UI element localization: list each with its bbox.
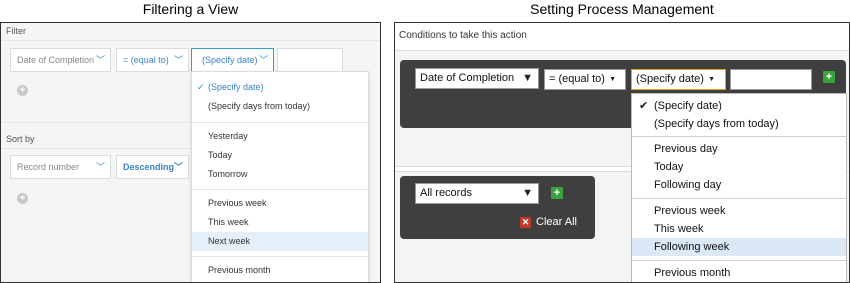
dropdown-option[interactable]: Previous month <box>632 264 846 282</box>
dropdown-option[interactable]: Previous month <box>192 261 368 280</box>
section-divider <box>1 122 191 123</box>
check-icon: ✔ <box>639 100 649 112</box>
dropdown-option[interactable]: Next week <box>192 232 368 251</box>
condition-operator-select[interactable]: = (equal to) ▼ <box>544 69 626 90</box>
dropdown-divider <box>192 122 368 123</box>
dropdown-divider <box>192 256 368 257</box>
triangle-down-icon: ▼ <box>522 187 533 199</box>
filter-field-value: Date of Completion <box>17 55 95 65</box>
triangle-down-icon: ▼ <box>522 72 533 84</box>
filter-date-input[interactable] <box>277 48 343 72</box>
left-panel: Filter Date of Completion ﹀ = (equal to)… <box>0 22 381 283</box>
chevron-down-icon: ﹀ <box>258 55 268 65</box>
dropdown-option[interactable]: Previous week <box>192 194 368 213</box>
dropdown-option[interactable]: Previous day <box>632 140 846 158</box>
sort-order-select[interactable]: Descending ﹀ <box>116 155 189 179</box>
filter-operator-select[interactable]: = (equal to) ﹀ <box>116 48 189 72</box>
plus-icon[interactable]: + <box>551 187 563 199</box>
dropdown-divider <box>632 136 846 137</box>
filter-value-value: (Specify date) <box>202 55 258 65</box>
condition-value-value: (Specify date) <box>636 73 704 85</box>
dropdown-divider <box>632 198 846 199</box>
dropdown-option[interactable]: This week <box>192 213 368 232</box>
chevron-down-icon: ﹀ <box>173 162 183 172</box>
sort-divider <box>1 148 191 149</box>
filter-field-select[interactable]: Date of Completion ﹀ <box>10 48 111 72</box>
condition-field-value: Date of Completion <box>420 72 515 84</box>
condition-date-dropdown: ✔ (Specify date) (Specify days from toda… <box>631 93 847 282</box>
records-select-value: All records <box>420 187 472 199</box>
sort-label: Sort by <box>6 134 35 144</box>
dropdown-option[interactable]: Yesterday <box>192 127 368 146</box>
filter-value-select[interactable]: (Specify date) ﹀ <box>191 48 274 72</box>
triangle-down-icon: ▼ <box>708 76 715 83</box>
sort-field-select[interactable]: Record number ﹀ <box>10 155 111 179</box>
clear-all-label: Clear All <box>536 216 577 228</box>
plus-circle-icon[interactable]: + <box>17 85 28 96</box>
condition-value-select[interactable]: (Specify date) ▼ <box>631 69 726 90</box>
sort-field-value: Record number <box>17 162 80 172</box>
sort-order-value: Descending <box>123 162 175 172</box>
records-select[interactable]: All records ▼ <box>415 183 539 204</box>
dropdown-option[interactable]: This week <box>632 220 846 238</box>
dropdown-option[interactable]: Previous week <box>632 202 846 220</box>
right-panel: Conditions to take this action Date of C… <box>394 22 850 283</box>
chevron-down-icon: ﹀ <box>95 55 105 65</box>
left-panel-title: Filtering a View <box>142 1 239 17</box>
condition-date-input[interactable] <box>730 69 812 90</box>
x-icon: ✕ <box>520 217 531 228</box>
dropdown-option[interactable]: (Specify days from today) <box>192 97 368 116</box>
plus-circle-icon[interactable]: + <box>17 193 28 204</box>
condition-operator-value: = (equal to) <box>549 73 605 85</box>
triangle-down-icon: ▼ <box>609 76 616 83</box>
dropdown-divider <box>192 189 368 190</box>
dropdown-option[interactable]: ✓ (Specify date) <box>192 78 368 97</box>
chevron-down-icon: ﹀ <box>173 55 183 65</box>
conditions-label: Conditions to take this action <box>399 30 527 41</box>
filter-divider <box>1 40 380 41</box>
plus-icon[interactable]: + <box>823 71 835 83</box>
dropdown-option[interactable]: Following week <box>632 238 846 256</box>
filter-date-dropdown: ✓ (Specify date) (Specify days from toda… <box>191 71 369 282</box>
chevron-down-icon: ﹀ <box>95 162 105 172</box>
filter-label: Filter <box>6 26 26 36</box>
dropdown-option[interactable]: Today <box>192 146 368 165</box>
condition-field-select[interactable]: Date of Completion ▼ <box>415 68 539 89</box>
dropdown-option[interactable]: (Specify days from today) <box>632 115 846 133</box>
dropdown-option[interactable]: Today <box>632 158 846 176</box>
dropdown-option[interactable]: ✔ (Specify date) <box>632 97 846 115</box>
check-icon: ✓ <box>197 82 205 92</box>
right-panel-title: Setting Process Management <box>530 1 714 17</box>
dropdown-option[interactable]: Tomorrow <box>192 165 368 184</box>
dropdown-divider <box>632 260 846 261</box>
dropdown-option[interactable]: Following day <box>632 176 846 194</box>
filter-operator-value: = (equal to) <box>123 55 169 65</box>
